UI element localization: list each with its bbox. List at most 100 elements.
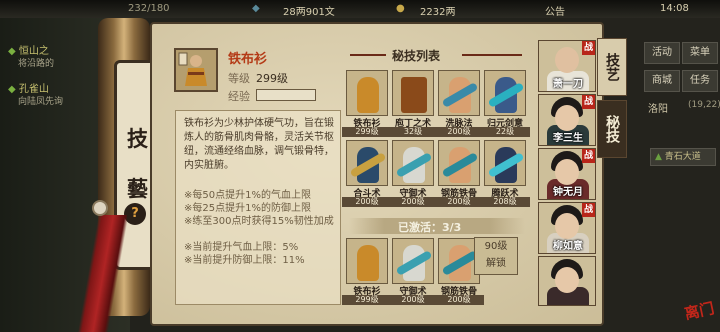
portrait-name: 李三生 — [553, 133, 583, 144]
card-level: 200级 — [434, 197, 484, 207]
card-art — [392, 238, 434, 284]
level-label: 等级 — [228, 72, 250, 85]
quest-sub-1: 将沿路的 — [18, 59, 55, 69]
active-slot[interactable]: 铁布衫 299级 — [342, 238, 392, 305]
quest-sub-2: 向陆凤先询 — [18, 97, 64, 107]
card-level: 200级 — [388, 197, 438, 207]
scroll-char-2: 藝 — [127, 176, 148, 201]
card-level: 299级 — [342, 127, 392, 137]
portrait-slot[interactable]: 柳如意 战 — [538, 202, 596, 254]
secret-card[interactable]: 洗脉法 200级 — [434, 70, 484, 137]
card-art — [484, 70, 526, 116]
tassel-knot — [92, 200, 108, 216]
top-status-bar: 232/180 ◆ 28两901文 ● 2232两 公告 14:08 — [0, 0, 720, 18]
quest-dot-icon: ◆ — [8, 84, 16, 95]
portrait-name: 钟无月 — [553, 187, 583, 198]
quest-title-1[interactable]: ◆ 恒山之 — [8, 42, 49, 57]
location-name: 洛阳 — [648, 104, 668, 115]
portrait-face — [555, 267, 579, 293]
unlock-level: 90级 — [484, 241, 508, 252]
portrait-slot[interactable]: 李三生 战 — [538, 94, 596, 146]
buff-line: ※当前提升气血上限：5% — [184, 242, 299, 253]
quest-title-2[interactable]: ◆ 孔雀山 — [8, 80, 49, 95]
secret-card[interactable]: 归元剑意 22级 — [480, 70, 530, 137]
battle-badge: 战 — [582, 95, 595, 109]
skill-name: 铁布衫 — [228, 52, 268, 67]
card-art — [438, 70, 480, 116]
quest-dot-icon: ◆ — [8, 46, 16, 57]
secret-card[interactable]: 腾跃术 208级 — [480, 140, 530, 207]
card-level: 200级 — [342, 197, 392, 207]
tab-secret[interactable]: 秘技 — [597, 100, 627, 158]
location-coord: (19,22) — [688, 100, 720, 110]
buff-line: ※每50点提升1%的气血上限 — [184, 190, 311, 201]
unlock-slot-button[interactable]: 90级 解锁 — [474, 237, 518, 275]
secret-card[interactable]: 庖丁之术 32级 — [388, 70, 438, 137]
title-divider-left — [350, 54, 386, 56]
character-portraits: 萧一刀 战 李三生 战 钟无月 战 柳如意 战 — [538, 40, 596, 330]
card-art — [346, 238, 388, 284]
question-icon[interactable]: ? — [124, 203, 146, 225]
skill-description-box: 铁布衫为少林护体硬气功，旨在锻炼人的筋骨肌肉骨骼，灵活关节枢纽，流通经络血脉，调… — [175, 110, 341, 305]
card-level: 200级 — [434, 295, 484, 305]
scroll-char-1: 技 — [127, 126, 148, 151]
card-level: 22级 — [480, 127, 530, 137]
card-level: 200级 — [434, 127, 484, 137]
portrait-slot[interactable]: 钟无月 战 — [538, 148, 596, 200]
secret-card[interactable]: 铁布衫 299级 — [342, 70, 392, 137]
secret-card[interactable]: 钢筋铁骨 200级 — [434, 140, 484, 207]
buff-line: ※当前提升防御上限：11% — [184, 255, 305, 266]
tassel-decoration — [72, 215, 127, 332]
portrait-face — [555, 159, 579, 185]
card-art — [484, 140, 526, 186]
silver-value: 2232两 — [420, 7, 456, 18]
buff-line: ※练至300点时获得15%韧性加成 — [184, 216, 334, 227]
money-value: 28两901文 — [283, 7, 335, 18]
notice-link[interactable]: 公告 — [545, 3, 565, 18]
tab-skill[interactable]: 技艺 — [597, 38, 627, 96]
activated-count: 已激活：3/3 — [398, 221, 462, 234]
bag-capacity: 232/180 — [128, 3, 170, 14]
card-art — [346, 140, 388, 186]
active-slot[interactable]: 守御术 200级 — [388, 238, 438, 305]
coin-icon: ◆ — [252, 3, 260, 14]
card-art — [392, 140, 434, 186]
portrait-face — [555, 213, 579, 239]
card-level: 32级 — [388, 127, 438, 137]
level-value: 299级 — [256, 72, 288, 85]
skill-portrait-icon — [174, 48, 218, 92]
buff-line: ※每25点提升1%的防御上限 — [184, 203, 311, 214]
task-button[interactable]: 任务 — [682, 70, 718, 92]
card-art — [392, 70, 434, 116]
silver-icon: ● — [396, 3, 405, 14]
portrait-face — [555, 105, 579, 131]
card-level: 299级 — [342, 295, 392, 305]
activity-button[interactable]: 活动 — [644, 42, 680, 64]
exp-label: 经验 — [228, 90, 250, 103]
portrait-name: 柳如意 — [553, 241, 583, 252]
secret-card[interactable]: 守御术 200级 — [388, 140, 438, 207]
tab-column: 技艺 秘技 — [597, 38, 627, 160]
road-label[interactable]: ▲ 青石大道 — [650, 148, 716, 166]
secret-list-title: 秘技列表 — [392, 49, 441, 63]
portrait-slot[interactable] — [538, 256, 596, 306]
portrait-face — [555, 47, 579, 73]
battle-badge: 战 — [582, 149, 595, 163]
exp-bar — [256, 89, 316, 101]
map-marker-icon: ▲ — [655, 152, 662, 162]
portrait-slot[interactable]: 萧一刀 战 — [538, 40, 596, 92]
portrait-name: 萧一刀 — [553, 79, 583, 90]
title-divider-right — [462, 54, 522, 56]
battle-badge: 战 — [582, 41, 595, 55]
card-art — [438, 140, 480, 186]
card-level: 200级 — [388, 295, 438, 305]
game-screen: { "topbar": { "capacity": "232/180", "mo… — [0, 0, 720, 332]
card-level: 208级 — [480, 197, 530, 207]
menu-button[interactable]: 菜单 — [682, 42, 718, 64]
unlock-label: 解锁 — [486, 258, 506, 269]
skill-description: 铁布衫为少林护体硬气功，旨在锻炼人的筋骨肌肉骨骼，灵活关节枢纽，流通经络血脉，调… — [184, 118, 334, 171]
shop-button[interactable]: 商城 — [644, 70, 680, 92]
card-art — [346, 70, 388, 116]
secret-card[interactable]: 合斗术 200级 — [342, 140, 392, 207]
battle-badge: 战 — [582, 203, 595, 217]
